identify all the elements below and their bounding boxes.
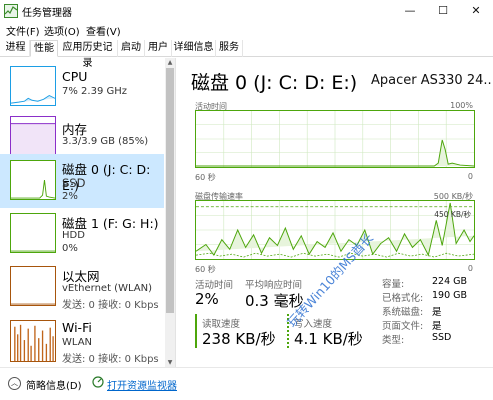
read-speed-value: 238 KB/秒 bbox=[202, 330, 276, 348]
sidebar-item-detail: vEthernet (WLAN) bbox=[62, 283, 152, 294]
menu-view[interactable]: 查看(V) bbox=[86, 23, 121, 38]
sidebar-item-disk-0[interactable]: 磁盘 0 (J: C: D: E:) SSD 2% bbox=[0, 154, 164, 208]
sidebar-item-wifi[interactable]: Wi-Fi WLAN 发送: 0 接收: 0 Kbps bbox=[0, 316, 164, 366]
minimize-button[interactable]: — bbox=[397, 2, 423, 20]
sidebar-item-detail: WLAN bbox=[62, 337, 93, 348]
sidebar-item-detail: HDD bbox=[62, 230, 85, 241]
sidebar-item-label: CPU bbox=[62, 69, 88, 84]
type-value: SSD bbox=[432, 332, 452, 343]
sidebar-item-usage: 0% bbox=[62, 243, 78, 254]
sidebar-item-detail: 3.3/3.9 GB (85%) bbox=[62, 136, 149, 147]
read-speed-indicator bbox=[195, 314, 197, 348]
scroll-up-icon[interactable]: ▲ bbox=[165, 58, 175, 67]
close-button[interactable]: ✕ bbox=[463, 2, 489, 20]
capacity-label: 容量: bbox=[382, 279, 405, 290]
graph2-mark: 450 KB/秒 bbox=[434, 210, 471, 219]
sidebar-item-detail: 7% 2.39 GHz bbox=[62, 86, 128, 97]
disk-0-thumbnail-graph bbox=[10, 160, 56, 200]
sidebar-scroll-thumb[interactable] bbox=[166, 68, 174, 313]
disk-model: Apacer AS330 24... bbox=[371, 73, 493, 88]
chevron-up-icon[interactable]: ︿ bbox=[8, 377, 21, 390]
sidebar-item-cpu[interactable]: CPU 7% 2.39 GHz bbox=[0, 62, 164, 112]
tab-details[interactable]: 详细信息 bbox=[172, 40, 216, 57]
avg-response-label: 平均响应时间 bbox=[245, 280, 303, 291]
wifi-thumbnail-graph bbox=[10, 320, 56, 362]
sidebar-item-ethernet[interactable]: 以太网 vEthernet (WLAN) 发送: 0 接收: 0 Kbps bbox=[0, 262, 164, 312]
type-label: 类型: bbox=[382, 335, 405, 346]
active-time-value: 2% bbox=[195, 290, 219, 308]
graph2-zero: 0 bbox=[467, 264, 473, 273]
memory-thumbnail-graph bbox=[10, 116, 56, 156]
tab-services[interactable]: 服务 bbox=[216, 40, 243, 57]
tab-bar: 进程 性能 应用历史记录 启动 用户 详细信息 服务 bbox=[0, 39, 493, 69]
write-speed-value: 4.1 KB/秒 bbox=[294, 330, 363, 348]
page-title: 磁盘 0 (J: C: D: E:) bbox=[191, 72, 358, 94]
cpu-thumbnail-graph bbox=[10, 66, 56, 106]
footer: ︿ 简略信息(D) 打开资源监视器 bbox=[0, 367, 493, 400]
transfer-rate-graph bbox=[195, 200, 475, 260]
resource-list: CPU 7% 2.39 GHz 内存 3.3/3.9 GB (85%) 磁盘 0… bbox=[0, 58, 176, 367]
sidebar-item-disk-1[interactable]: 磁盘 1 (F: G: H:) HDD 0% bbox=[0, 209, 164, 259]
system-disk-label: 系统磁盘: bbox=[382, 307, 424, 318]
tab-performance[interactable]: 性能 bbox=[30, 40, 58, 57]
active-time-graph bbox=[195, 110, 475, 168]
title-bar: 任务管理器 — ☐ ✕ bbox=[0, 0, 493, 22]
page-file-value: 是 bbox=[432, 321, 442, 332]
open-resource-monitor-link[interactable]: 打开资源监视器 bbox=[107, 377, 177, 392]
sidebar-item-usage: 2% bbox=[62, 191, 78, 202]
page-file-label: 页面文件: bbox=[382, 321, 424, 332]
capacity-value: 224 GB bbox=[432, 276, 468, 287]
formatted-value: 190 GB bbox=[432, 290, 468, 301]
sidebar-item-detail: SSD bbox=[62, 176, 86, 190]
system-disk-value: 是 bbox=[432, 307, 442, 318]
tab-startup[interactable]: 启动 bbox=[118, 40, 145, 57]
tab-processes[interactable]: 进程 bbox=[2, 40, 30, 57]
task-manager-icon bbox=[4, 4, 18, 18]
menu-options[interactable]: 选项(O) bbox=[44, 23, 80, 38]
sidebar-item-label: Wi-Fi bbox=[62, 320, 92, 335]
disk-detail-panel: 磁盘 0 (J: C: D: E:) Apacer AS330 24... 活动… bbox=[177, 58, 493, 367]
resource-monitor-icon bbox=[92, 376, 104, 388]
menu-file[interactable]: 文件(F) bbox=[6, 23, 40, 38]
graph1-zero: 0 bbox=[467, 172, 473, 181]
formatted-label: 已格式化: bbox=[382, 293, 424, 304]
active-time-label: 活动时间 bbox=[195, 280, 234, 291]
disk-1-thumbnail-graph bbox=[10, 213, 56, 253]
tab-app-history[interactable]: 应用历史记录 bbox=[58, 40, 118, 69]
window-title: 任务管理器 bbox=[22, 8, 72, 19]
maximize-button[interactable]: ☐ bbox=[430, 2, 456, 20]
graph2-time-axis: 60 秒 bbox=[195, 265, 216, 274]
sidebar-item-usage: 发送: 0 接收: 0 Kbps bbox=[62, 300, 159, 311]
graph1-max: 100% bbox=[450, 101, 473, 110]
tab-users[interactable]: 用户 bbox=[145, 40, 172, 57]
ethernet-thumbnail-graph bbox=[10, 266, 56, 306]
scroll-down-icon[interactable]: ▼ bbox=[165, 358, 175, 367]
fewer-details-button[interactable]: 简略信息(D) bbox=[26, 377, 82, 392]
menu-bar: 文件(F) 选项(O) 查看(V) bbox=[0, 22, 493, 39]
sidebar-item-usage: 发送: 0 接收: 0 Kbps bbox=[62, 354, 159, 365]
graph1-time-axis: 60 秒 bbox=[195, 173, 216, 182]
